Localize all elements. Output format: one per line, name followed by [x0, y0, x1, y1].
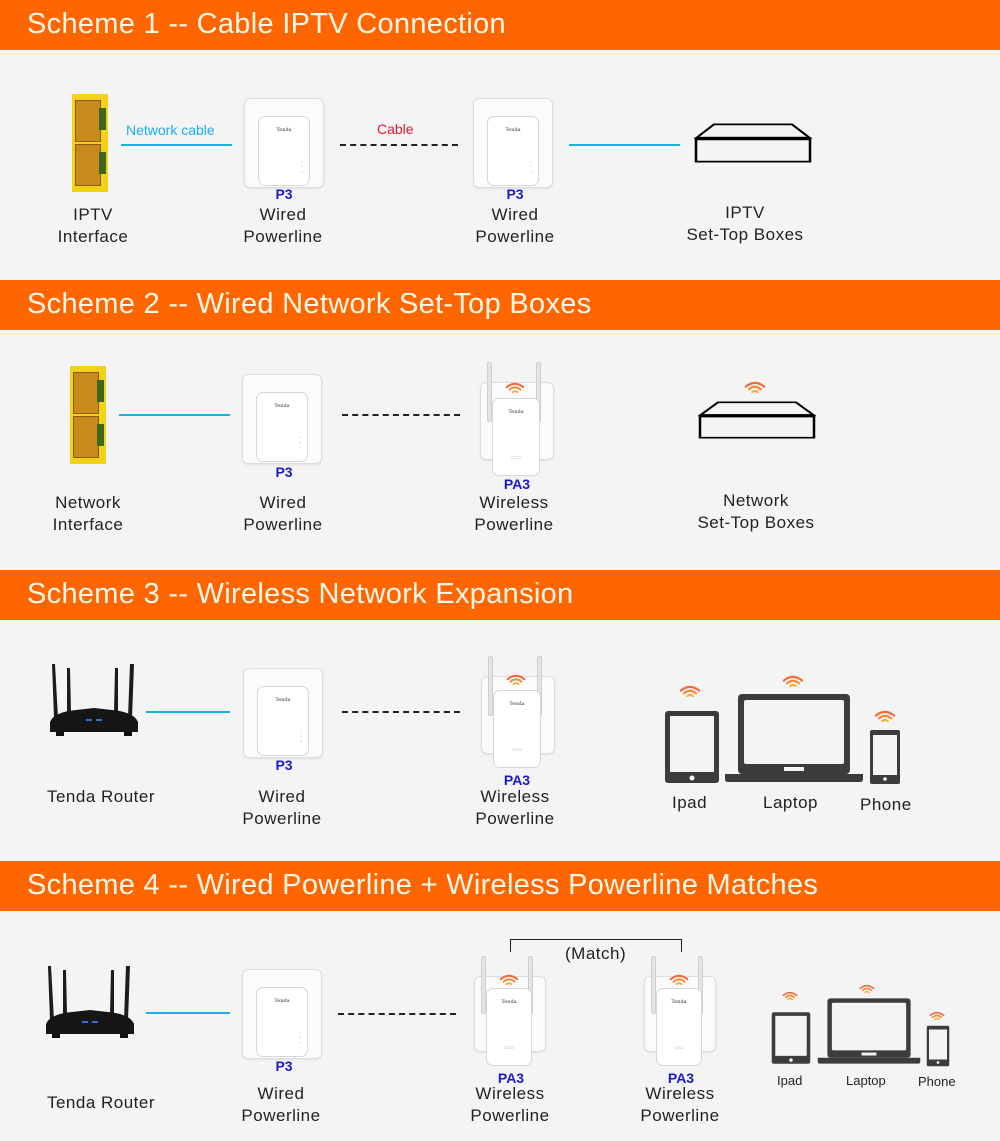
node-label: Wired Powerline: [465, 204, 565, 248]
device-label: Ipad: [672, 793, 708, 812]
node-label-line2: Powerline: [242, 809, 322, 828]
scheme-3-header: Scheme 3 -- Wireless Network Expansion: [0, 570, 1000, 620]
network-cable: [146, 711, 230, 713]
router-icon: [46, 662, 142, 740]
network-cable-label: Network cable: [126, 122, 215, 138]
node-label-line2: Powerline: [640, 1106, 720, 1125]
match-label: (Match): [564, 944, 628, 964]
wifi-signal-icon: [679, 685, 701, 698]
node-label: IPTV Interface: [43, 204, 143, 248]
ethernet-port-icon: [70, 366, 106, 464]
model-label: P3: [275, 464, 293, 480]
device-label: Laptop: [763, 793, 818, 812]
powerline-cable: [340, 144, 458, 146]
wifi-signal-icon: [782, 675, 804, 688]
wifi-signal-icon: [499, 974, 519, 986]
node-label: Network Interface: [38, 492, 138, 536]
node-label-line2: Powerline: [474, 515, 554, 534]
wifi-signal-icon: [929, 1011, 945, 1021]
node-label-line1: IPTV: [725, 203, 765, 222]
model-label: P3: [275, 186, 293, 202]
scheme-2-header: Scheme 2 -- Wired Network Set-Top Boxes: [0, 280, 1000, 330]
laptop-icon: [724, 693, 864, 783]
node-label-line1: Wired: [259, 205, 307, 224]
scheme-4-title: Scheme 4 -- Wired Powerline + Wireless P…: [27, 869, 819, 901]
phone-icon: [926, 1025, 950, 1067]
wifi-signal-icon: [669, 974, 689, 986]
node-label-line2: Set-Top Boxes: [697, 513, 815, 532]
node-label: Tenda Router: [36, 786, 166, 808]
node-label-line1: Wireless: [645, 1084, 715, 1103]
model-label: P3: [506, 186, 524, 202]
node-label-line2: Powerline: [241, 1106, 321, 1125]
wifi-signal-icon: [506, 674, 526, 686]
network-cable: [119, 414, 230, 416]
scheme-1-header: Scheme 1 -- Cable IPTV Connection: [0, 0, 1000, 50]
device-label: Ipad: [777, 1073, 803, 1088]
phone-icon: [869, 729, 901, 785]
network-cable: [121, 144, 232, 146]
wifi-signal-icon: [744, 381, 766, 394]
powerline-cable: [342, 414, 460, 416]
node-label-line2: Powerline: [475, 227, 555, 246]
node-label-line1: Wired: [258, 787, 306, 806]
wifi-signal-icon: [859, 984, 875, 994]
scheme-2-title: Scheme 2 -- Wired Network Set-Top Boxes: [27, 288, 592, 320]
node-label-line2: Powerline: [475, 809, 555, 828]
node-label: Wired Powerline: [232, 786, 332, 830]
node-label-line1: Network: [723, 491, 789, 510]
node-label: Tenda Router: [36, 1092, 166, 1114]
node-label-line1: Tenda Router: [46, 787, 156, 806]
node-label-line1: Network: [55, 493, 121, 512]
tablet-icon: [664, 710, 720, 784]
node-label-line1: Wired: [259, 493, 307, 512]
wifi-signal-icon: [782, 991, 798, 1001]
node-label: Wireless Powerline: [630, 1083, 730, 1127]
network-cable: [569, 144, 680, 146]
model-label: P3: [275, 1058, 293, 1074]
node-label-line1: Wired: [257, 1084, 305, 1103]
device-label: Laptop: [846, 1073, 886, 1088]
node-label-line2: Interface: [57, 227, 129, 246]
model-label: PA3: [503, 476, 531, 492]
powerline-cable: [338, 1013, 456, 1015]
router-icon: [42, 964, 138, 1042]
node-label-line2: Powerline: [470, 1106, 550, 1125]
cable-label: Cable: [377, 121, 414, 137]
node-label: Wired Powerline: [233, 204, 333, 248]
node-label-line2: Powerline: [243, 515, 323, 534]
set-top-box-icon: [694, 123, 812, 163]
scheme-4-header: Scheme 4 -- Wired Powerline + Wireless P…: [0, 861, 1000, 911]
scheme-3-title: Scheme 3 -- Wireless Network Expansion: [27, 578, 574, 610]
node-label-line2: Powerline: [243, 227, 323, 246]
wifi-signal-icon: [874, 710, 896, 723]
device-label: Phone: [860, 795, 912, 814]
node-label: Wireless Powerline: [460, 1083, 560, 1127]
node-label-line2: Interface: [52, 515, 124, 534]
model-label: P3: [275, 757, 293, 773]
device-label: Phone: [918, 1074, 956, 1089]
laptop-icon: [817, 997, 921, 1065]
node-label: IPTV Set-Top Boxes: [670, 202, 820, 246]
ethernet-port-icon: [72, 94, 108, 192]
powerline-cable: [342, 711, 460, 713]
node-label-line1: Wireless: [480, 787, 550, 806]
node-label-line2: Set-Top Boxes: [686, 225, 804, 244]
network-cable: [146, 1012, 230, 1014]
node-label-line1: IPTV: [73, 205, 113, 224]
node-label-line1: Wireless: [475, 1084, 545, 1103]
node-label-line1: Tenda Router: [46, 1093, 156, 1112]
node-label: Wired Powerline: [233, 492, 333, 536]
node-label-line1: Wired: [491, 205, 539, 224]
node-label: Wireless Powerline: [465, 786, 565, 830]
wifi-signal-icon: [505, 382, 525, 394]
node-label: Wired Powerline: [231, 1083, 331, 1127]
node-label: Network Set-Top Boxes: [681, 490, 831, 534]
set-top-box-icon: [698, 401, 816, 439]
node-label: Wireless Powerline: [464, 492, 564, 536]
tablet-icon: [771, 1010, 811, 1066]
node-label-line1: Wireless: [479, 493, 549, 512]
scheme-1-title: Scheme 1 -- Cable IPTV Connection: [27, 8, 506, 40]
